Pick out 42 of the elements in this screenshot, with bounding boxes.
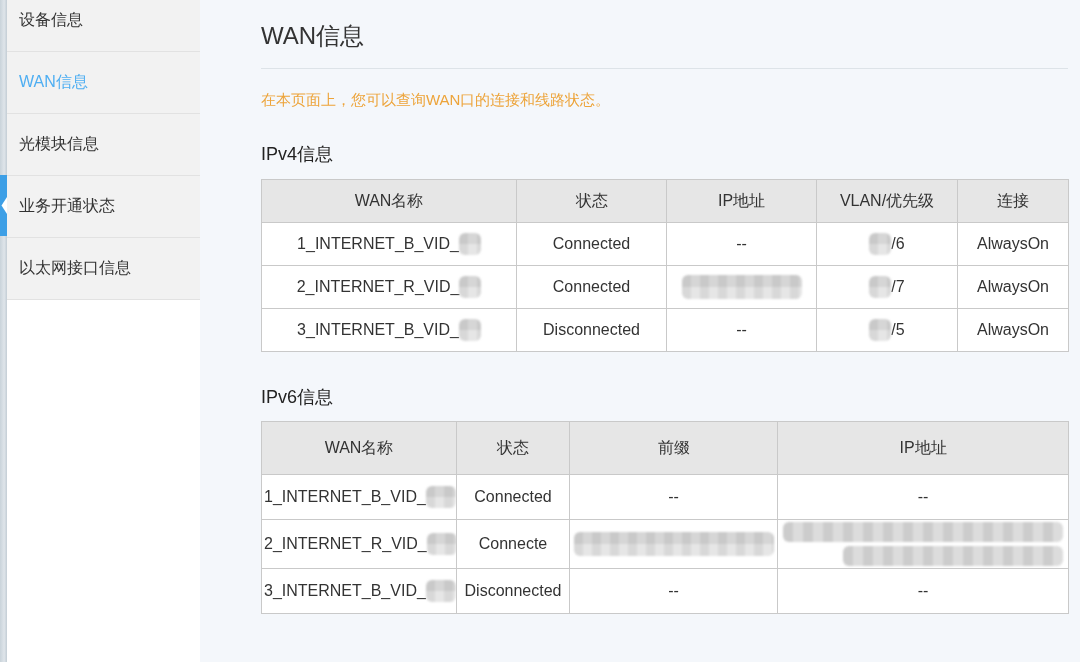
table-cell: -- (736, 321, 747, 339)
chevron-left-icon[interactable] (0, 175, 7, 236)
section-title: IPv4信息 (261, 143, 334, 166)
column-header: 状态 (456, 421, 570, 475)
table-cell: 3_INTERNET_B_VID_ (297, 321, 459, 339)
table-cell: 1_INTERNET_B_VID_ (264, 488, 426, 506)
table-cell: 2_INTERNET_R_VID_ (264, 535, 427, 553)
table-cell: 1_INTERNET_B_VID_ (297, 235, 459, 253)
section-title: IPv6信息 (261, 386, 334, 409)
table-cell: Disconnected (543, 321, 640, 339)
column-header: WAN名称 (261, 179, 517, 223)
sidebar-item[interactable]: 设备信息 (7, 0, 200, 52)
sidebar-item[interactable]: 以太网接口信息 (7, 238, 200, 300)
table-cell: Connected (552, 278, 631, 296)
table-cell: Disconnected (464, 582, 562, 600)
table-cell: AlwaysOn (977, 321, 1049, 339)
column-header: IP地址 (666, 179, 817, 223)
sidebar-item[interactable]: 业务开通状态 (7, 176, 200, 238)
table-cell: -- (917, 582, 929, 600)
table-cell: Connected (552, 235, 631, 253)
table-cell: -- (668, 488, 679, 506)
table-cell: 2_INTERNET_R_VID_ (296, 278, 460, 296)
table-cell: Connecte (478, 535, 548, 553)
column-header: VLAN/优先级 (816, 179, 958, 223)
column-header: 连接 (957, 179, 1069, 223)
table-cell: /7 (891, 278, 905, 296)
page-title: WAN信息 (261, 21, 365, 51)
table-cell: AlwaysOn (977, 278, 1049, 296)
table-cell: /5 (891, 321, 905, 339)
table-cell: /6 (891, 235, 905, 253)
column-header: IP地址 (777, 421, 1069, 475)
column-header: 状态 (516, 179, 667, 223)
page-description: 在本页面上，您可以查询WAN口的连接和线路状态。 (261, 90, 611, 110)
table-cell: AlwaysOn (977, 235, 1049, 253)
table-cell: -- (668, 582, 679, 600)
table-cell: 3_INTERNET_B_VID_ (264, 582, 426, 600)
table-cell: -- (736, 235, 747, 253)
sidebar-item[interactable]: 光模块信息 (7, 114, 200, 176)
table-cell: Connected (474, 488, 552, 506)
column-header: WAN名称 (261, 421, 457, 475)
table-cell: -- (917, 488, 929, 506)
column-header: 前缀 (569, 421, 778, 475)
